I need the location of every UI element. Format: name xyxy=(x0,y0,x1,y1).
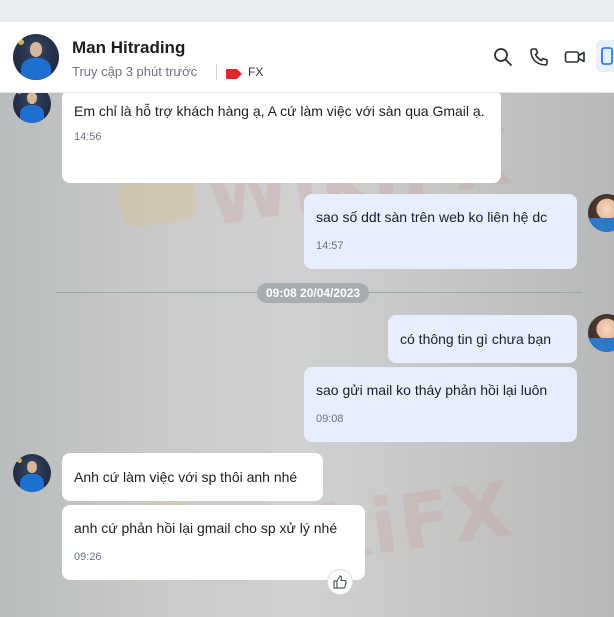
message-text: Anh cứ làm việc với sp thôi anh nhé xyxy=(74,469,298,485)
panel-toggle-icon xyxy=(601,47,613,65)
message-bubble-incoming[interactable]: Em chỉ là hỗ trợ khách hàng ạ, A cứ làm … xyxy=(62,93,501,183)
window-top-bar xyxy=(0,0,614,22)
contact-avatar[interactable] xyxy=(13,454,51,492)
message-bubble-outgoing[interactable]: sao số ddt sàn trên web ko liên hệ dc 14… xyxy=(304,194,577,269)
video-call-icon[interactable] xyxy=(564,47,585,67)
label-tag-icon[interactable] xyxy=(226,66,242,79)
chat-header: Man Hitrading Truy cập 3 phút trước FX xyxy=(0,22,614,93)
message-bubble-incoming[interactable]: Anh cứ làm việc với sp thôi anh nhé xyxy=(62,453,323,501)
thumbs-up-icon xyxy=(333,575,347,589)
contact-avatar[interactable] xyxy=(13,93,51,123)
contact-name[interactable]: Man Hitrading xyxy=(72,38,185,58)
message-time: 09:26 xyxy=(74,551,102,563)
user-avatar[interactable] xyxy=(588,314,614,352)
message-text: Em chỉ là hỗ trợ khách hàng ạ, A cứ làm … xyxy=(74,103,485,119)
message-text: sao số ddt sàn trên web ko liên hệ dc xyxy=(316,209,548,225)
message-time: 09:08 xyxy=(316,413,344,425)
message-text: có thông tin gì chưa bạn xyxy=(400,331,552,347)
contact-avatar[interactable] xyxy=(13,34,59,80)
user-avatar[interactable] xyxy=(588,194,614,232)
reaction-button[interactable] xyxy=(328,570,352,594)
label-tag-text[interactable]: FX xyxy=(248,65,263,79)
chat-area[interactable]: WikiFX WikiFX Em chỉ là hỗ trợ khách hàn… xyxy=(0,93,614,617)
message-bubble-incoming[interactable]: anh cứ phản hồi lại gmail cho sp xử lý n… xyxy=(62,505,365,580)
header-divider xyxy=(216,64,217,80)
message-bubble-outgoing[interactable]: có thông tin gì chưa bạn xyxy=(388,315,577,363)
search-icon[interactable] xyxy=(493,47,513,67)
message-bubble-outgoing[interactable]: sao gửi mail ko tháy phản hồi lại luôn 0… xyxy=(304,367,577,442)
message-text: anh cứ phản hồi lại gmail cho sp xử lý n… xyxy=(74,520,338,536)
last-seen-status: Truy cập 3 phút trước xyxy=(72,64,198,79)
panel-toggle-button[interactable] xyxy=(596,40,614,72)
message-text: sao gửi mail ko tháy phản hồi lại luôn xyxy=(316,382,548,398)
date-separator-badge: 09:08 20/04/2023 xyxy=(257,283,370,303)
message-time: 14:57 xyxy=(316,240,344,252)
phone-icon[interactable] xyxy=(529,47,549,67)
message-time: 14:56 xyxy=(74,131,102,143)
